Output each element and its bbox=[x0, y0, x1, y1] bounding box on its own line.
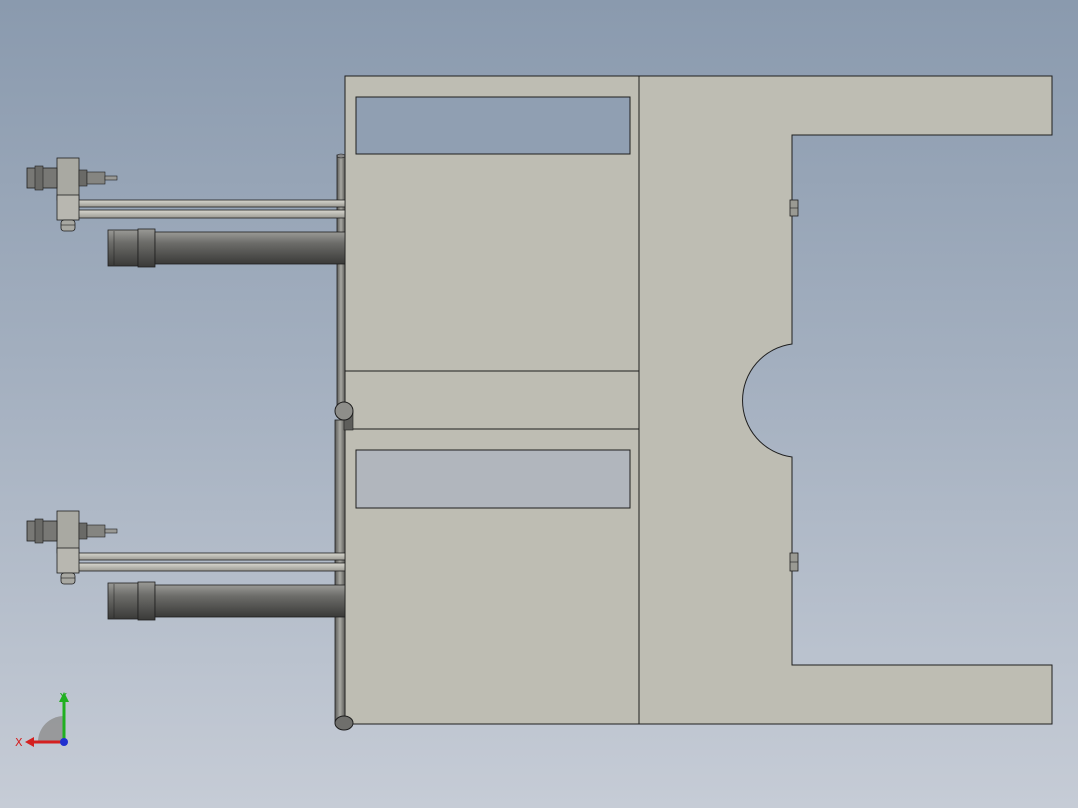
main-plate[interactable] bbox=[344, 75, 1053, 725]
rod-end-cap bbox=[334, 715, 354, 731]
lower-window-slot bbox=[355, 449, 631, 509]
upper-window-slot bbox=[355, 96, 631, 155]
y-axis-label: Y bbox=[59, 691, 67, 704]
coordinate-triad: Y X bbox=[15, 691, 69, 749]
cad-model-view[interactable]: Y X bbox=[0, 0, 1078, 808]
rod-joint-knob bbox=[334, 401, 354, 421]
z-axis-dot bbox=[60, 738, 68, 746]
triad-plane-arc bbox=[38, 716, 64, 742]
fork-bracket bbox=[638, 75, 1053, 725]
bolt-upper bbox=[789, 199, 799, 217]
upper-actuator-assembly[interactable] bbox=[26, 157, 346, 268]
x-axis-label: X bbox=[15, 736, 23, 749]
bolt-lower bbox=[789, 552, 799, 572]
lower-actuator-assembly[interactable] bbox=[26, 510, 346, 621]
cad-graphics-viewport[interactable]: Y X bbox=[0, 0, 1078, 808]
vertical-rod-upper bbox=[336, 153, 346, 412]
